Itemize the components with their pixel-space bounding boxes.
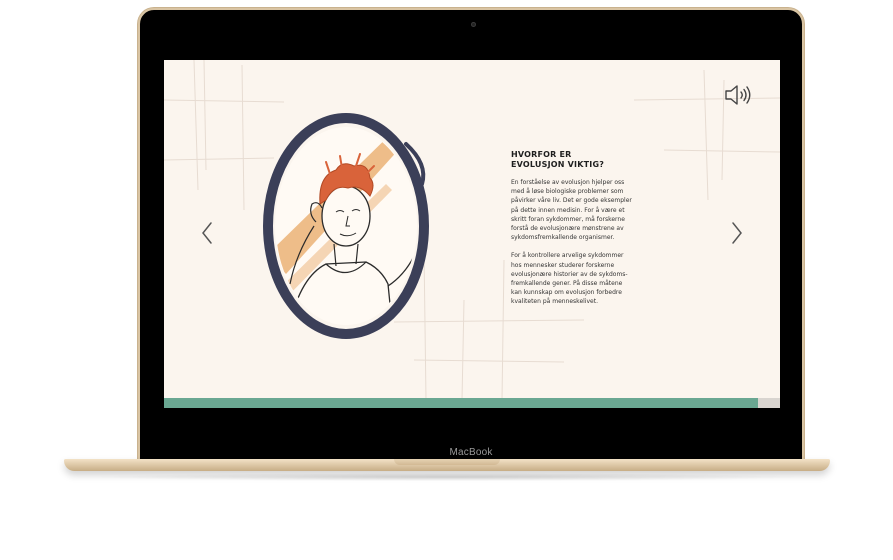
app-screen: HVORFOR ER EVOLUSJON VIKTIG? En forståel… [164,60,780,408]
slide-paragraph-1: En forståelse av evolusjon hjelper oss m… [511,179,632,242]
laptop-shadow [90,473,804,481]
camera-icon [471,22,476,27]
progress-fill [164,398,759,408]
mockup-stage: MacBook HVORFOR ER EVOLUSJON VIKTIG? En … [0,0,893,560]
progress-bar [164,398,780,408]
slide-heading: HVORFOR ER EVOLUSJON VIKTIG? [511,150,605,169]
slide-paragraph-2: For å kontrollere arvelige sykdommer hos… [511,252,628,306]
slide-text: HVORFOR ER EVOLUSJON VIKTIG? En forståel… [511,150,661,316]
previous-slide-button[interactable] [198,220,216,246]
laptop-opening-notch [394,459,500,465]
sound-toggle-button[interactable] [724,84,752,106]
mirror-illustration [263,113,429,339]
brand-label: MacBook [449,447,493,458]
next-slide-button[interactable] [728,220,746,246]
laptop-base [64,459,830,471]
